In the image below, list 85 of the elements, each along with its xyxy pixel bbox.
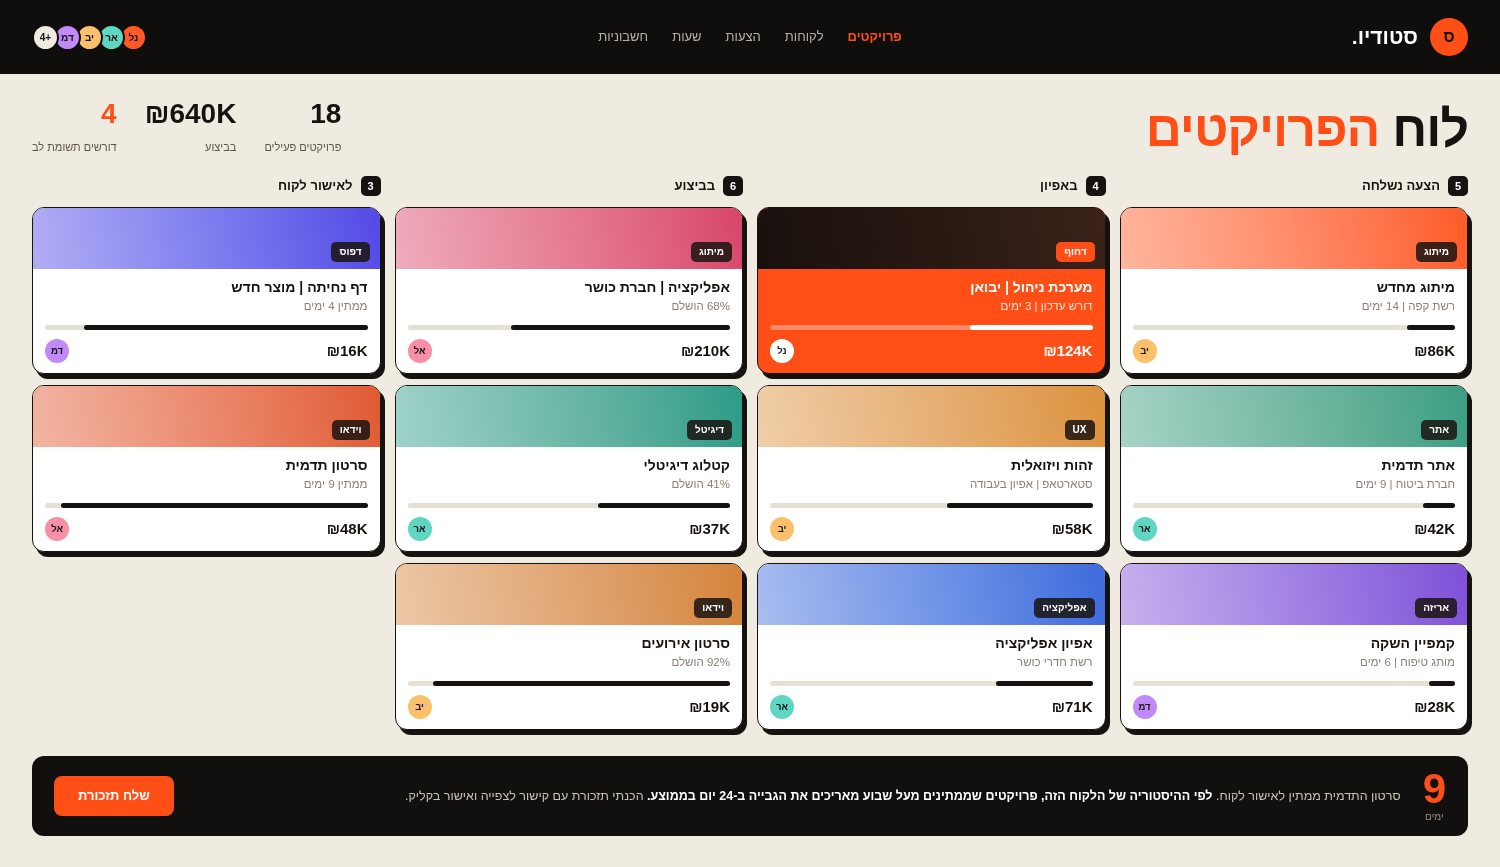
brand-name: סטודיו. <box>1351 24 1418 51</box>
project-budget: ₪42K <box>1414 519 1455 539</box>
stat-label: בביצוע <box>205 140 237 155</box>
project-title: זהות ויזואלית <box>1010 456 1093 474</box>
avatar: אר <box>98 23 125 51</box>
column-count: 4 <box>1085 176 1106 196</box>
project-meta: רשת חדרי כושר <box>1016 655 1093 670</box>
column-title: הצעה נשלחה <box>1362 177 1440 196</box>
project-budget: ₪86K <box>1414 341 1455 361</box>
project-meta: מותג טיפוח | 6 ימים <box>1359 655 1455 670</box>
column-title: בביצוע <box>674 177 715 196</box>
stat-label: פרויקטים פעילים <box>264 140 342 155</box>
project-budget: ₪37K <box>689 519 730 539</box>
category-tag: דחוף <box>1056 242 1095 262</box>
project-meta: דורש עדכון | 3 ימים <box>999 299 1093 314</box>
project-budget: ₪124K <box>1043 341 1093 361</box>
insight-text: סרטון התדמית ממתין לאישור לקוח. לפי ההיסטוריה של הלקוח הזה, פרויקטים שממתינים מעל שבוע מאריכים את הגבייה ב-24 יום בממוצע. הכנתי תזכורת עם קישור לצפייה ואישור בקליק. <box>404 788 1401 805</box>
nav-link[interactable]: לקוחות <box>784 28 824 46</box>
stat-label: דורשים תשומת לב <box>32 140 117 155</box>
avatar: דמ <box>45 339 69 363</box>
project-title: סרטון אירועים <box>640 634 730 652</box>
project-meta: 41% הושלם <box>670 477 730 492</box>
avatar: יב <box>407 695 432 719</box>
column-count: 5 <box>1448 176 1468 196</box>
project-budget: ₪16K <box>326 341 368 361</box>
project-title: קמפיין השקה <box>1369 634 1455 652</box>
avatar: נל <box>120 23 147 51</box>
avatar: אל <box>407 339 432 363</box>
project-meta: חברת ביטוח | 9 ימים <box>1354 477 1455 492</box>
avatar: אר <box>770 695 794 719</box>
project-budget: ₪48K <box>326 519 368 539</box>
category-tag: אריזה <box>1415 598 1457 618</box>
avatar: אר <box>407 517 432 541</box>
project-title: אפליקציה | חברת כושר <box>583 278 730 296</box>
category-tag: דפוס <box>331 242 370 262</box>
project-budget: ₪19K <box>689 697 730 717</box>
logo-mark[interactable]: ס <box>1430 18 1468 56</box>
nav-link[interactable]: שעות <box>672 28 702 46</box>
avatar: נל <box>770 339 794 363</box>
project-meta: 92% הושלם <box>670 655 730 670</box>
avatar: דמ <box>54 23 81 51</box>
avatar: יב <box>770 517 794 541</box>
days-count: 9 <box>1422 769 1446 809</box>
project-title: דף נחיתה | מוצר חדש <box>230 278 368 296</box>
stat-value: 18 <box>310 98 342 130</box>
project-title: מערכת ניהול | יבואן <box>969 278 1093 296</box>
project-title: אפיון אפליקציה <box>994 634 1093 652</box>
more-members-count[interactable]: 4+ <box>32 23 59 51</box>
project-budget: ₪58K <box>1051 519 1093 539</box>
nav-link[interactable]: חשבוניות <box>598 28 649 46</box>
category-tag: מיתוג <box>1415 242 1457 262</box>
column-count: 3 <box>360 176 381 196</box>
avatar: יב <box>76 23 103 51</box>
category-tag: UX <box>1064 420 1095 440</box>
project-title: אתר תדמית <box>1380 456 1455 474</box>
page-title: לוח הפרויקטים <box>1145 103 1468 155</box>
avatar: יב <box>1132 339 1157 363</box>
stat-value: 4 <box>101 98 117 130</box>
project-title: מיתוג מחדש <box>1375 278 1455 296</box>
project-budget: ₪71K <box>1051 697 1093 717</box>
project-meta: ממתין 4 ימים <box>302 299 368 314</box>
nav-link[interactable]: הצעות <box>725 28 761 46</box>
category-tag: וידאו <box>331 420 370 440</box>
project-meta: 68% הושלם <box>670 299 730 314</box>
category-tag: דיגיטל <box>686 420 732 440</box>
avatar: אר <box>1132 517 1157 541</box>
nav-link[interactable]: פרויקטים <box>847 28 902 46</box>
category-tag: וידאו <box>694 598 732 618</box>
stat-value: ₪640K <box>144 98 237 130</box>
category-tag: אתר <box>1421 420 1457 440</box>
project-title: קטלוג דיגיטלי <box>642 456 730 474</box>
column-title: באפיון <box>1040 177 1078 196</box>
project-meta: ממתין 9 ימים <box>302 477 368 492</box>
category-tag: אפליקציה <box>1034 598 1095 618</box>
column-count: 6 <box>723 176 743 196</box>
days-label: ימים <box>1425 811 1444 823</box>
project-budget: ₪210K <box>680 341 730 361</box>
column-title: לאישור לקוח <box>277 177 353 196</box>
project-title: סרטון תדמית <box>284 456 368 474</box>
project-meta: רשת קפה | 14 ימים <box>1360 299 1455 314</box>
avatar: אל <box>45 517 69 541</box>
category-tag: מיתוג <box>690 242 732 262</box>
project-meta: סטארטאפ | אפיון בעבודה <box>969 477 1093 492</box>
avatar: דמ <box>1132 695 1157 719</box>
project-budget: ₪28K <box>1414 697 1455 717</box>
